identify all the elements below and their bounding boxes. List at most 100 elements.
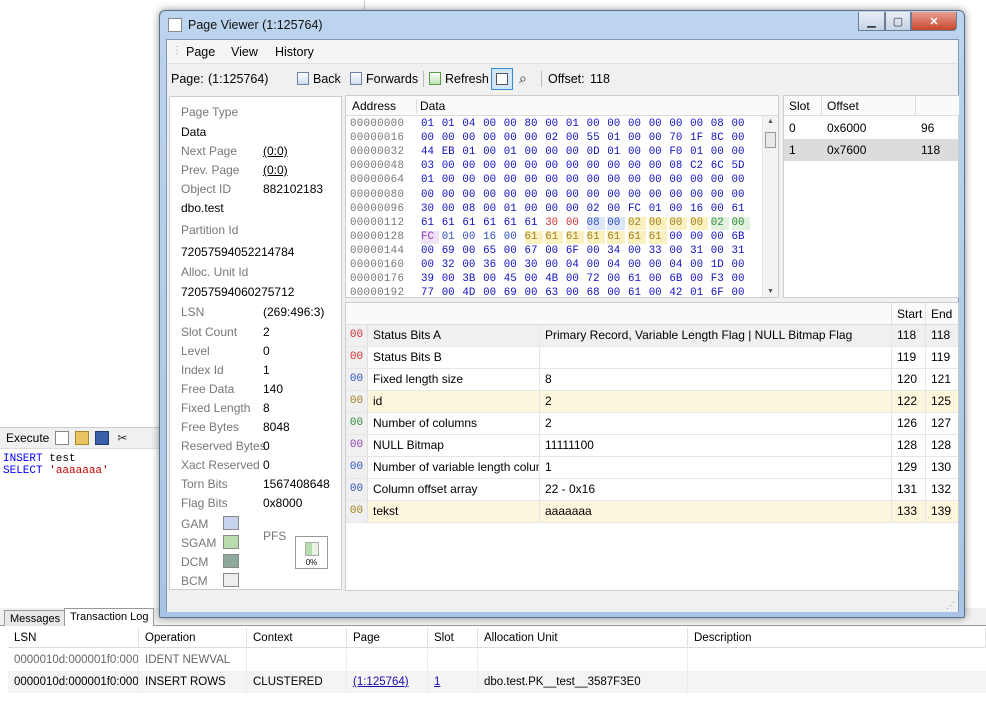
col-lsn[interactable]: LSN — [8, 628, 139, 648]
hex-byte[interactable]: 00 — [587, 118, 605, 131]
hex-byte[interactable]: 01 — [462, 146, 480, 159]
hex-byte[interactable]: 00 — [545, 160, 563, 173]
new-query-icon[interactable] — [55, 431, 70, 445]
hex-byte[interactable]: 00 — [525, 146, 543, 159]
sql-editor[interactable]: INSERT test SELECT 'aaaaaaa' — [3, 453, 109, 477]
hex-byte[interactable]: 08 — [462, 203, 480, 216]
hex-byte[interactable]: 65 — [483, 245, 501, 258]
hex-byte[interactable]: 80 — [525, 118, 543, 131]
hex-byte[interactable]: 31 — [732, 245, 750, 258]
field-row[interactable]: 00 tekst aaaaaaa 133 139 — [346, 501, 958, 523]
hex-byte[interactable]: 00 — [587, 160, 605, 173]
hex-byte[interactable]: 30 — [545, 217, 563, 230]
hex-byte[interactable]: 00 — [649, 259, 667, 272]
hex-byte[interactable]: 00 — [587, 259, 605, 272]
field-row[interactable]: 00 Status Bits A Primary Record, Variable … — [346, 325, 958, 347]
hex-byte[interactable]: 30 — [525, 259, 543, 272]
field-row[interactable]: 00 Number of variable length columns 1 129 1… — [346, 457, 958, 479]
hex-byte[interactable]: 00 — [711, 174, 729, 187]
page-input[interactable]: (1:125764) — [207, 70, 291, 88]
hex-byte[interactable]: 00 — [525, 174, 543, 187]
hex-byte[interactable]: 00 — [669, 203, 687, 216]
menu-view[interactable]: View — [231, 45, 258, 59]
hex-byte[interactable]: 61 — [545, 230, 564, 244]
minimize-button[interactable]: ▁ — [858, 12, 885, 31]
hex-byte[interactable]: 61 — [524, 230, 543, 244]
hex-byte[interactable]: 00 — [732, 189, 750, 202]
hex-byte[interactable]: 01 — [442, 231, 460, 244]
col-operation[interactable]: Operation — [139, 628, 247, 648]
hex-byte[interactable]: 61 — [586, 230, 605, 244]
hex-byte[interactable]: 31 — [690, 245, 708, 258]
hex-byte[interactable]: 00 — [690, 118, 708, 131]
hex-byte[interactable]: EB — [442, 146, 460, 159]
scroll-down-icon[interactable]: ▼ — [767, 288, 774, 295]
hex-byte[interactable]: 01 — [607, 132, 625, 145]
hex-byte[interactable]: 00 — [669, 245, 687, 258]
hex-byte[interactable]: 00 — [607, 273, 625, 286]
hex-byte[interactable]: 00 — [525, 189, 543, 202]
hex-byte[interactable]: 04 — [607, 259, 625, 272]
hex-byte[interactable]: 04 — [669, 259, 687, 272]
hex-byte[interactable]: 00 — [587, 245, 605, 258]
col-slot[interactable]: Slot — [784, 96, 822, 116]
hex-byte[interactable]: 00 — [545, 146, 563, 159]
hex-byte[interactable]: 00 — [690, 273, 708, 286]
hex-byte[interactable]: 00 — [525, 160, 543, 173]
hex-byte[interactable]: 00 — [649, 287, 667, 300]
hex-byte[interactable]: 00 — [442, 160, 460, 173]
binoculars-icon[interactable]: ⌕ — [519, 70, 527, 87]
col-offset[interactable]: Offset — [822, 96, 916, 116]
hex-byte[interactable]: 00 — [483, 189, 501, 202]
hex-byte[interactable]: 00 — [649, 146, 667, 159]
hex-byte[interactable]: 00 — [462, 160, 480, 173]
hex-byte[interactable]: 0D — [587, 146, 605, 159]
hex-byte[interactable]: 55 — [587, 132, 605, 145]
hex-byte[interactable]: 1D — [711, 259, 729, 272]
hex-byte[interactable]: 16 — [690, 203, 708, 216]
hex-byte[interactable]: 01 — [504, 203, 522, 216]
hex-byte[interactable]: 00 — [504, 245, 522, 258]
hex-byte[interactable]: 61 — [483, 217, 501, 230]
field-row[interactable]: 00 Column offset array 22 - 0x16 131 132 — [346, 479, 958, 501]
hex-byte[interactable]: 01 — [442, 118, 460, 131]
hex-byte[interactable]: 61 — [421, 217, 439, 230]
hex-byte[interactable]: 5D — [732, 160, 750, 173]
hex-byte[interactable]: 00 — [483, 146, 501, 159]
hex-byte[interactable]: F3 — [711, 273, 729, 286]
col-description[interactable]: Description — [688, 628, 986, 648]
hex-byte[interactable]: 02 — [710, 216, 729, 230]
hex-byte[interactable]: 67 — [525, 245, 543, 258]
hex-byte[interactable]: 00 — [566, 160, 584, 173]
hex-byte[interactable]: F0 — [669, 146, 687, 159]
hex-byte[interactable]: 00 — [483, 287, 501, 300]
hex-byte[interactable]: 61 — [462, 217, 480, 230]
hex-byte[interactable]: 00 — [628, 146, 646, 159]
hex-byte[interactable]: 00 — [607, 160, 625, 173]
hex-byte[interactable]: 00 — [504, 132, 522, 145]
hex-byte[interactable]: 00 — [545, 203, 563, 216]
field-row[interactable]: 00 Fixed length size 8 120 121 — [346, 369, 958, 391]
hex-byte[interactable]: 63 — [545, 287, 563, 300]
hex-byte[interactable]: C2 — [690, 160, 708, 173]
hex-byte[interactable]: 00 — [649, 273, 667, 286]
hex-byte[interactable]: 00 — [607, 118, 625, 131]
hex-byte[interactable]: 00 — [628, 259, 646, 272]
tab-transaction-log[interactable]: Transaction Log — [64, 608, 155, 627]
hex-byte[interactable]: 00 — [669, 231, 687, 244]
hex-byte[interactable]: 00 — [421, 189, 439, 202]
back-button[interactable]: Back — [297, 72, 341, 86]
hex-byte[interactable]: 61 — [607, 230, 626, 244]
hex-byte[interactable]: 00 — [669, 174, 687, 187]
hex-byte[interactable]: 44 — [421, 146, 439, 159]
hex-byte[interactable]: 00 — [421, 132, 439, 145]
scroll-up-icon[interactable]: ▲ — [767, 118, 774, 125]
hex-byte[interactable]: 00 — [690, 189, 708, 202]
hex-byte[interactable]: 00 — [504, 259, 522, 272]
hex-byte[interactable]: 61 — [628, 273, 646, 286]
hex-byte[interactable]: 16 — [483, 231, 501, 244]
hex-byte[interactable]: 36 — [483, 259, 501, 272]
hex-byte[interactable]: 00 — [566, 146, 584, 159]
cut-icon[interactable]: ✂ — [115, 431, 129, 445]
hex-byte[interactable]: 00 — [462, 259, 480, 272]
